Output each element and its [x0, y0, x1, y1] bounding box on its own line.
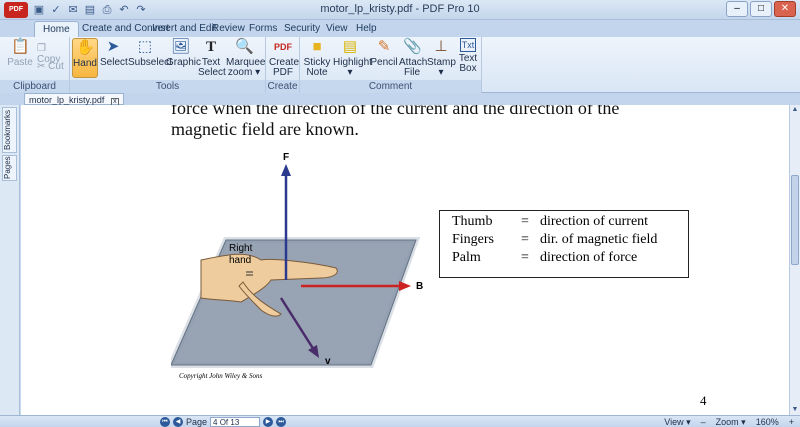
- b-label: B: [416, 281, 423, 292]
- f-label: F: [283, 152, 289, 163]
- status-bar: ⏮ ◀ Page 4 Of 13 ▶ ⏭ View ▾ – Zoom ▾ 160…: [0, 415, 800, 427]
- maximize-button[interactable]: □: [750, 1, 772, 17]
- body-text-line-1: force when the direction of the current …: [171, 105, 620, 118]
- comment-group-label: Comment: [300, 80, 481, 93]
- pencil-icon: ✎: [377, 38, 391, 55]
- view-menu[interactable]: View ▾: [664, 416, 690, 427]
- tab-home[interactable]: Home: [34, 21, 79, 37]
- previous-page-icon[interactable]: ◀: [173, 417, 183, 427]
- create-group-label: Create: [266, 80, 299, 93]
- page-prefix-label: Page: [186, 417, 208, 427]
- cut-button[interactable]: ✂ Cut: [37, 61, 64, 72]
- text-box-button[interactable]: Txt Text Box: [456, 38, 480, 78]
- subselect-button[interactable]: ⬚ Subselect: [128, 38, 172, 78]
- chevron-down-icon: ▾: [252, 67, 261, 78]
- next-page-icon[interactable]: ▶: [263, 417, 274, 427]
- page-navigation: ⏮ ◀ Page 4 Of 13 ▶ ⏭: [160, 416, 287, 427]
- scroll-down-icon[interactable]: ▼: [790, 405, 800, 415]
- scroll-up-icon[interactable]: ▲: [790, 105, 800, 115]
- hand-label-1: Right: [229, 243, 253, 254]
- window-controls: – □ ✕: [726, 1, 796, 17]
- sticky-note-button[interactable]: ■ Sticky Note: [303, 38, 331, 78]
- zoom-out-icon[interactable]: –: [701, 416, 706, 427]
- pdf-icon: PDF: [274, 42, 292, 52]
- hand-icon: ✋: [76, 39, 95, 56]
- hand-label-2: hand: [229, 255, 251, 266]
- stamp-button[interactable]: ⊥ Stamp ▾: [427, 38, 456, 78]
- status-right: View ▾ – Zoom ▾ 160% +: [664, 416, 794, 427]
- paste-button[interactable]: 📋 Paste: [6, 38, 34, 78]
- page-number: 4: [700, 393, 707, 408]
- ribbon: 📋 Paste ❐ Copy ✂ Cut Clipboard ✋ Hand ➤ …: [0, 37, 800, 93]
- select-button[interactable]: ➤ Select: [100, 38, 128, 78]
- sticky-note-icon: ■: [312, 38, 322, 55]
- document-view[interactable]: force when the direction of the current …: [21, 105, 789, 415]
- zoom-value[interactable]: 160%: [756, 416, 779, 427]
- cursor-icon: ➤: [106, 38, 120, 55]
- comment-group: ■ Sticky Note ▤ Highlight ▾ ✎ Pencil 📎 At…: [300, 37, 482, 93]
- minimize-button[interactable]: –: [726, 1, 748, 17]
- scrollbar-thumb[interactable]: [791, 175, 799, 265]
- marquee-zoom-button[interactable]: 🔍 Marquee zoom ▾: [226, 38, 265, 78]
- legend-row: Palm = direction of force: [452, 250, 638, 265]
- ribbon-tabs: Home Create and Convert Insert and Edit …: [0, 20, 800, 37]
- hand-button[interactable]: ✋ Hand: [72, 38, 98, 78]
- document-tab[interactable]: motor_lp_kristy.pdf x: [24, 93, 124, 106]
- stamp-icon: ⊥: [434, 38, 448, 55]
- pencil-button[interactable]: ✎ Pencil: [370, 38, 398, 78]
- image-icon: 🖼: [171, 38, 191, 55]
- legend-row: Thumb = direction of current: [452, 214, 649, 229]
- tools-group-label: Tools: [70, 80, 265, 93]
- chevron-down-icon: ▾: [738, 417, 746, 427]
- subselect-icon: ⬚: [137, 38, 153, 55]
- page-number-input[interactable]: 4 Of 13: [210, 417, 261, 427]
- chevron-down-icon: ▾: [683, 417, 691, 427]
- magnifier-icon: 🔍: [235, 38, 254, 55]
- text-box-icon: Txt: [460, 38, 476, 52]
- chevron-down-icon: ▾: [347, 67, 353, 78]
- zoom-menu[interactable]: Zoom ▾: [716, 416, 746, 427]
- paperclip-icon: 📎: [403, 38, 422, 55]
- legend-row: Fingers = dir. of magnetic field: [452, 232, 658, 247]
- create-pdf-button[interactable]: PDF Create PDF: [269, 38, 299, 78]
- right-hand-rule-legend: Thumb = direction of current Fingers = dir. …: [439, 210, 689, 278]
- window-title: motor_lp_kristy.pdf - PDF Pro 10: [320, 3, 480, 15]
- document-tabs: motor_lp_kristy.pdf x: [0, 93, 800, 106]
- chevron-down-icon: ▾: [438, 67, 444, 78]
- create-group: PDF Create PDF Create: [266, 37, 300, 93]
- bookmarks-tab[interactable]: Bookmarks: [2, 107, 17, 153]
- clipboard-group-label: Clipboard: [0, 80, 69, 93]
- first-page-icon[interactable]: ⏮: [160, 417, 170, 427]
- right-hand-rule-figure: F B v Right hand: [171, 152, 423, 368]
- last-page-icon[interactable]: ⏭: [276, 417, 287, 427]
- v-label: v: [325, 356, 331, 367]
- tools-group: ✋ Hand ➤ Select ⬚ Subselect 🖼 Graphic T …: [70, 37, 266, 93]
- title-bar: PDF ▣ ✓ ✉ ▤ ⎙ ↶ ↷ motor_lp_kristy.pdf - …: [0, 0, 800, 20]
- navigation-pane: Bookmarks Pages: [0, 105, 20, 415]
- copy-icon: ❐: [37, 43, 46, 54]
- figure-copyright: Copyright John Wiley & Sons: [179, 372, 263, 380]
- vertical-scrollbar[interactable]: ▲ ▼: [789, 105, 800, 415]
- paste-icon: 📋: [11, 38, 30, 55]
- pages-tab[interactable]: Pages: [2, 155, 17, 181]
- highlight-button[interactable]: ▤ Highlight ▾: [333, 38, 372, 78]
- body-text-line-2: magnetic field are known.: [171, 119, 359, 139]
- close-button[interactable]: ✕: [774, 1, 796, 17]
- text-cursor-icon: T: [205, 39, 216, 55]
- tab-help[interactable]: Help: [348, 21, 385, 37]
- graphic-button[interactable]: 🖼 Graphic: [166, 38, 201, 78]
- text-select-button[interactable]: T Text Select: [198, 38, 226, 78]
- attach-file-button[interactable]: 📎 Attach File: [399, 38, 427, 78]
- zoom-in-icon[interactable]: +: [789, 416, 794, 427]
- cut-icon: ✂: [37, 61, 46, 72]
- highlight-icon: ▤: [342, 38, 358, 55]
- clipboard-group: 📋 Paste ❐ Copy ✂ Cut Clipboard: [0, 37, 70, 93]
